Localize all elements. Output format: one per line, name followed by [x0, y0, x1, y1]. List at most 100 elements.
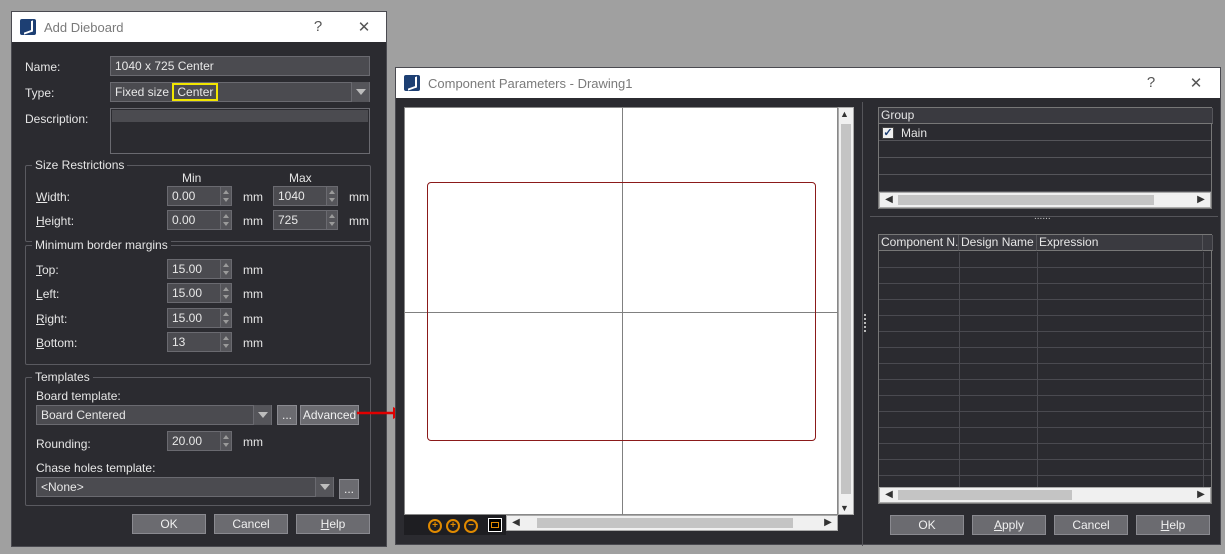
height-max-unit: mm	[349, 214, 369, 228]
left-margin-label: Left:	[36, 287, 60, 301]
ok-button[interactable]: OK	[890, 515, 964, 535]
zoom-in-icon[interactable]: +	[428, 519, 442, 533]
chase-holes-select[interactable]: <None>	[36, 477, 334, 497]
right-margin-input[interactable]: 15.00	[167, 308, 221, 328]
type-value-highlight: Center	[172, 83, 219, 101]
right-margin-unit: mm	[243, 312, 263, 326]
component-parameters-dialog: Component Parameters - Drawing1 ? ✕ ▲ ▼ …	[395, 67, 1221, 546]
chase-holes-browse-button[interactable]: ...	[339, 479, 359, 499]
help-button[interactable]: Help	[296, 514, 370, 534]
help-title-button[interactable]: ?	[308, 18, 328, 35]
apply-button[interactable]: Apply	[972, 515, 1046, 535]
canvas-horizontal-scrollbar[interactable]: ◀ ▶	[506, 515, 838, 531]
max-header: Max	[289, 171, 312, 185]
help-button[interactable]: Help	[1136, 515, 1210, 535]
app-logo-icon	[404, 75, 420, 91]
top-margin-unit: mm	[243, 263, 263, 277]
height-min-unit: mm	[243, 214, 263, 228]
component-horizontal-scrollbar[interactable]: ◀ ▶	[879, 487, 1211, 503]
add-dieboard-titlebar[interactable]: Add Dieboard ? ✕	[12, 12, 386, 42]
group-header[interactable]: Group	[879, 108, 1213, 124]
width-max-unit: mm	[349, 190, 369, 204]
width-label: Width:	[36, 190, 71, 204]
canvas-toolbar: + + −	[404, 515, 506, 535]
type-label: Type:	[25, 86, 55, 100]
component-hscroll-thumb[interactable]	[898, 490, 1072, 500]
add-dieboard-dialog: Add Dieboard ? ✕ Name: 1040 x 725 Center…	[11, 11, 387, 547]
board-template-dropdown-arrow-icon[interactable]	[253, 405, 271, 425]
bottom-margin-unit: mm	[243, 336, 263, 350]
rounding-spinner[interactable]	[220, 431, 232, 451]
group-hscroll-thumb[interactable]	[898, 195, 1154, 205]
column-header-design-name[interactable]: Design Name	[959, 235, 1037, 251]
bottom-margin-spinner[interactable]	[220, 332, 232, 352]
canvas-vertical-scrollbar[interactable]: ▲ ▼	[838, 107, 854, 515]
height-min-input[interactable]: 0.00	[167, 210, 221, 230]
close-icon[interactable]: ✕	[1186, 74, 1206, 92]
column-header-component-name[interactable]: Component N...	[879, 235, 959, 251]
help-title-button[interactable]: ?	[1141, 74, 1161, 91]
bottom-margin-input[interactable]: 13	[167, 332, 221, 352]
component-table: Component N... Design Name Expression ◀ …	[878, 234, 1213, 504]
chase-holes-dropdown-arrow-icon[interactable]	[315, 477, 333, 497]
name-label: Name:	[25, 60, 61, 74]
group-row[interactable]: ✓ Main	[879, 125, 1211, 141]
top-margin-label: Top:	[36, 263, 59, 277]
height-max-spinner[interactable]	[326, 210, 338, 230]
group-horizontal-scrollbar[interactable]: ◀ ▶	[879, 192, 1211, 208]
board-outline	[427, 182, 816, 441]
width-max-spinner[interactable]	[326, 186, 338, 206]
component-table-body	[879, 252, 1211, 487]
width-min-input[interactable]: 0.00	[167, 186, 221, 206]
height-label: Height:	[36, 214, 75, 228]
close-icon[interactable]: ✕	[354, 18, 374, 36]
group-main-checkbox[interactable]: ✓	[882, 127, 894, 139]
zoom-out-icon[interactable]: −	[464, 519, 478, 533]
rounding-unit: mm	[243, 435, 263, 449]
type-dropdown-arrow-icon[interactable]	[351, 82, 369, 102]
advanced-button[interactable]: Advanced	[300, 405, 359, 425]
templates-legend: Templates	[32, 370, 93, 384]
name-input[interactable]: 1040 x 725 Center	[110, 56, 370, 76]
board-template-select[interactable]: Board Centered	[36, 405, 272, 425]
column-header-expression[interactable]: Expression	[1037, 235, 1203, 251]
app-logo-icon	[20, 19, 36, 35]
width-max-input[interactable]: 1040	[273, 186, 327, 206]
height-min-spinner[interactable]	[220, 210, 232, 230]
right-margin-spinner[interactable]	[220, 308, 232, 328]
canvas-hscroll-thumb[interactable]	[537, 518, 793, 528]
height-max-input[interactable]: 725	[273, 210, 327, 230]
table-row	[879, 159, 1211, 175]
canvas-vscroll-thumb[interactable]	[841, 124, 851, 494]
type-select[interactable]: Fixed size Center	[110, 82, 370, 102]
rounding-label: Rounding:	[36, 437, 91, 451]
vertical-splitter[interactable]	[862, 102, 868, 546]
board-template-browse-button[interactable]: ...	[277, 405, 297, 425]
group-main-label: Main	[901, 126, 928, 140]
group-table: Group ✓ Main ◀ ▶	[878, 107, 1213, 209]
splitter-dots: ......	[1034, 211, 1051, 222]
fit-view-icon[interactable]	[488, 518, 502, 532]
horizontal-splitter[interactable]: ......	[870, 211, 1218, 224]
zoom-extents-icon[interactable]: +	[446, 519, 460, 533]
width-min-spinner[interactable]	[220, 186, 232, 206]
width-min-unit: mm	[243, 190, 263, 204]
min-header: Min	[182, 171, 202, 185]
drawing-canvas[interactable]	[404, 107, 839, 516]
component-parameters-titlebar[interactable]: Component Parameters - Drawing1 ? ✕	[396, 68, 1220, 98]
rounding-input[interactable]: 20.00	[167, 431, 221, 451]
type-value-prefix: Fixed size	[115, 85, 170, 99]
left-margin-unit: mm	[243, 287, 263, 301]
left-margin-input[interactable]: 15.00	[167, 283, 221, 303]
column-header-extra	[1203, 235, 1213, 251]
top-margin-spinner[interactable]	[220, 259, 232, 279]
top-margin-input[interactable]: 15.00	[167, 259, 221, 279]
ok-button[interactable]: OK	[132, 514, 206, 534]
cancel-button[interactable]: Cancel	[214, 514, 288, 534]
description-textarea[interactable]	[110, 108, 370, 154]
cancel-button[interactable]: Cancel	[1054, 515, 1128, 535]
left-margin-spinner[interactable]	[220, 283, 232, 303]
dialog-title: Component Parameters - Drawing1	[428, 75, 633, 91]
chase-holes-label: Chase holes template:	[36, 461, 156, 475]
border-margins-legend: Minimum border margins	[32, 238, 171, 252]
